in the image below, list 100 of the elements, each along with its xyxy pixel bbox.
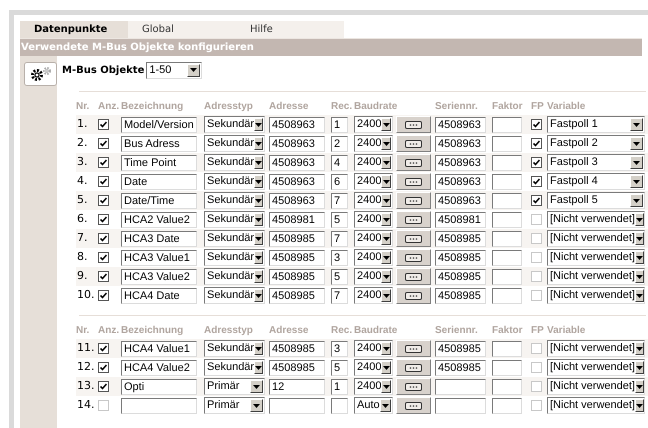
record-field[interactable]: 4 (331, 154, 348, 170)
serial-field[interactable]: 4508985 (435, 268, 486, 284)
address-type-select[interactable]: Sekundär (204, 211, 265, 228)
factor-field[interactable] (492, 378, 522, 394)
checkbox[interactable] (531, 138, 542, 149)
checkbox[interactable] (98, 157, 109, 168)
baudrate-select[interactable]: 2400 (354, 154, 393, 171)
variable-select[interactable]: [Nicht verwendet] (547, 359, 645, 376)
checkbox[interactable] (531, 119, 542, 130)
details-button[interactable] (396, 154, 431, 171)
variable-select[interactable]: [Nicht verwendet] (547, 340, 645, 357)
factor-field[interactable] (492, 212, 522, 228)
name-field[interactable]: HCA2 Value2 (121, 212, 197, 228)
baudrate-select[interactable]: 2400 (354, 249, 393, 266)
factor-field[interactable] (492, 174, 522, 190)
record-field[interactable]: 1 (331, 378, 348, 394)
serial-field[interactable] (435, 378, 486, 394)
factor-field[interactable] (492, 154, 522, 170)
serial-field[interactable]: 4508985 (435, 288, 486, 304)
details-button[interactable] (396, 192, 431, 209)
address-field[interactable]: 4508985 (269, 340, 325, 356)
details-button[interactable] (396, 173, 431, 190)
checkbox[interactable] (531, 176, 542, 187)
serial-field[interactable] (435, 398, 486, 414)
address-field[interactable]: 4508963 (269, 154, 325, 170)
serial-field[interactable]: 4508985 (435, 250, 486, 266)
name-field[interactable]: HCA4 Value1 (121, 340, 197, 356)
baudrate-select[interactable]: 2400 (354, 359, 393, 376)
baudrate-select[interactable]: 2400 (354, 173, 393, 190)
serial-field[interactable]: 4508985 (435, 340, 486, 356)
details-button[interactable] (396, 268, 431, 285)
address-field[interactable]: 4508963 (269, 136, 325, 152)
checkbox[interactable] (98, 119, 109, 130)
variable-select[interactable]: [Nicht verwendet] (547, 268, 645, 285)
factor-field[interactable] (492, 136, 522, 152)
address-field[interactable] (269, 398, 325, 414)
serial-field[interactable]: 4508985 (435, 360, 486, 376)
factor-field[interactable] (492, 340, 522, 356)
address-type-select[interactable]: Sekundär (204, 340, 265, 357)
record-field[interactable]: 7 (331, 230, 348, 246)
record-field[interactable]: 5 (331, 268, 348, 284)
details-button[interactable] (396, 359, 431, 376)
address-field[interactable]: 4508985 (269, 230, 325, 246)
details-button[interactable] (396, 249, 431, 266)
variable-select[interactable]: Fastpoll 3 (547, 154, 645, 171)
serial-field[interactable]: 4508985 (435, 230, 486, 246)
address-field[interactable]: 4508985 (269, 360, 325, 376)
checkbox[interactable] (98, 233, 109, 244)
details-button[interactable] (396, 340, 431, 357)
serial-field[interactable]: 4508963 (435, 154, 486, 170)
checkbox[interactable] (98, 381, 109, 392)
checkbox[interactable] (98, 176, 109, 187)
checkbox[interactable] (98, 290, 109, 301)
details-button[interactable] (396, 230, 431, 247)
factor-field[interactable] (492, 268, 522, 284)
baudrate-select[interactable]: 2400 (354, 135, 393, 152)
address-field[interactable]: 4508985 (269, 268, 325, 284)
address-field[interactable]: 4508963 (269, 174, 325, 190)
name-field[interactable]: Date (121, 174, 197, 190)
factor-field[interactable] (492, 360, 522, 376)
variable-select[interactable]: [Nicht verwendet] (547, 397, 645, 414)
record-field[interactable]: 3 (331, 250, 348, 266)
record-field[interactable]: 6 (331, 174, 348, 190)
factor-field[interactable] (492, 116, 522, 132)
factor-field[interactable] (492, 288, 522, 304)
address-type-select[interactable]: Sekundär (204, 192, 265, 209)
name-field[interactable]: HCA4 Date (121, 288, 197, 304)
details-button[interactable] (396, 135, 431, 152)
tab[interactable]: Datenpunkte (20, 21, 128, 38)
details-button[interactable] (396, 397, 431, 414)
address-type-select[interactable]: Sekundär (204, 154, 265, 171)
variable-select[interactable]: Fastpoll 1 (547, 116, 645, 133)
name-field[interactable]: Date/Time (121, 192, 197, 208)
details-button[interactable] (396, 378, 431, 395)
address-type-select[interactable]: Primär (204, 397, 265, 414)
address-field[interactable]: 4508963 (269, 116, 325, 132)
baudrate-select[interactable]: 2400 (354, 230, 393, 247)
address-type-select[interactable]: Sekundär (204, 135, 265, 152)
name-field[interactable]: HCA3 Value2 (121, 268, 197, 284)
record-field[interactable]: 1 (331, 116, 348, 132)
variable-select[interactable]: [Nicht verwendet] (547, 249, 645, 266)
record-field[interactable]: 5 (331, 212, 348, 228)
checkbox[interactable] (98, 214, 109, 225)
serial-field[interactable]: 4508963 (435, 136, 486, 152)
address-field[interactable]: 4508985 (269, 250, 325, 266)
checkbox[interactable] (98, 271, 109, 282)
details-button[interactable] (396, 116, 431, 133)
record-field[interactable]: 7 (331, 192, 348, 208)
factor-field[interactable] (492, 230, 522, 246)
name-field[interactable]: Opti (121, 378, 197, 394)
serial-field[interactable]: 4508981 (435, 212, 486, 228)
checkbox[interactable] (98, 343, 109, 354)
address-field[interactable]: 4508963 (269, 192, 325, 208)
name-field[interactable]: Model/Version (121, 116, 197, 132)
record-field[interactable] (331, 398, 348, 414)
checkbox[interactable] (98, 362, 109, 373)
name-field[interactable]: Bus Adress (121, 136, 197, 152)
variable-select[interactable]: [Nicht verwendet] (547, 211, 645, 228)
baudrate-select[interactable]: 2400 (354, 211, 393, 228)
address-field[interactable]: 4508985 (269, 288, 325, 304)
